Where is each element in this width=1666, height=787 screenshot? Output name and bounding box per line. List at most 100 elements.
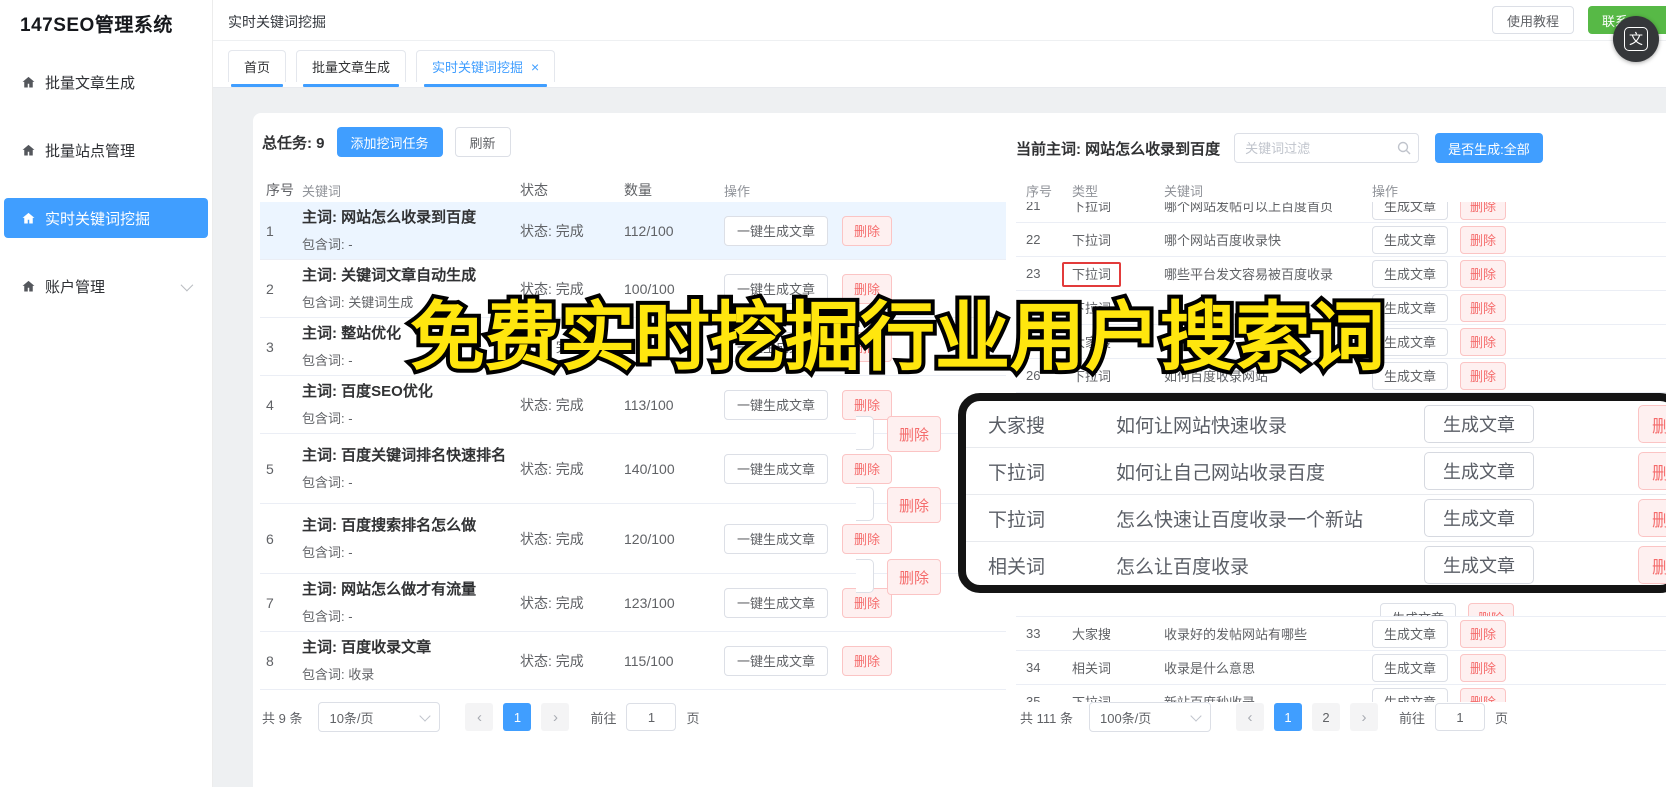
magnified-delete-button-fragment[interactable]: 删除 [887, 416, 941, 452]
generate-article-button[interactable]: 一键生成文章 [724, 523, 829, 554]
sidebar-item-3[interactable]: 实时关键词挖掘 [4, 198, 208, 238]
magnified-delete-button-fragment[interactable]: 删除 [887, 487, 941, 523]
magnified-keyword-row: 大家搜 如何让网站快速收录 生成文章 删除 [966, 401, 1666, 448]
generate-article-button[interactable]: 生成文章 [1372, 619, 1449, 648]
add-task-button[interactable]: 添加挖词任务 [336, 127, 443, 157]
prev-page-button[interactable]: ‹ [465, 703, 494, 731]
total-tasks-label: 总任务: 9 [262, 134, 325, 152]
magnified-row-fragment: 删除 [856, 416, 941, 452]
generate-article-button[interactable]: 生成文章 [1424, 452, 1534, 490]
task-index: 8 [266, 652, 274, 669]
delete-button[interactable]: 删除 [1460, 225, 1507, 254]
generate-article-button[interactable]: 一键生成文章 [724, 215, 829, 246]
tab-2[interactable]: 批量文章生成 [296, 50, 407, 82]
delete-button[interactable]: 删除 [1638, 499, 1666, 537]
sidebar-item-label: 批量站点管理 [45, 142, 136, 160]
page-number-2[interactable]: 2 [1311, 703, 1340, 731]
delete-button[interactable]: 删除 [1638, 452, 1666, 490]
generate-article-button[interactable]: 生成文章 [1372, 687, 1449, 702]
keyword-filter-input[interactable] [1234, 133, 1420, 163]
delete-button[interactable]: 删除 [842, 215, 893, 246]
page-number-1[interactable]: 1 [1273, 703, 1302, 731]
home-icon [21, 279, 36, 294]
generate-article-button[interactable]: 生成文章 [1424, 405, 1534, 443]
task-index: 7 [266, 594, 274, 611]
magnified-inset-box: 大家搜如何让网站快速收录生成文章删除下拉词如何让自己网站收录百度生成文章删除下拉… [958, 393, 1666, 593]
generate-article-button[interactable]: 一键生成文章 [724, 389, 829, 420]
help-button[interactable]: 使用教程 [1491, 6, 1574, 34]
generate-article-button[interactable]: 一键生成文章 [724, 453, 829, 484]
delete-button[interactable]: 删除 [1460, 327, 1507, 356]
column-header: 数量 [624, 182, 652, 198]
sidebar-item-2[interactable]: 批量站点管理 [4, 130, 208, 170]
generate-article-button[interactable]: 生成文章 [1372, 259, 1449, 288]
tab-3[interactable]: 实时关键词挖掘 × [416, 50, 556, 82]
generate-article-button[interactable]: 生成文章 [1380, 603, 1457, 616]
refresh-button[interactable]: 刷新 [454, 127, 511, 157]
tab-1[interactable]: 首页 [228, 50, 287, 82]
delete-button[interactable]: 删除 [1460, 293, 1507, 322]
generate-article-button[interactable]: 一键生成文章 [724, 645, 829, 676]
page-unit-label: 页 [686, 710, 700, 726]
keyword-index: 22 [1026, 232, 1041, 247]
task-count: 120/100 [624, 530, 675, 547]
delete-button[interactable]: 删除 [1460, 361, 1507, 390]
page-number-1[interactable]: 1 [503, 703, 532, 731]
task-actions: 一键生成文章 删除 [724, 645, 893, 676]
keyword-actions: 生成文章删除 [1372, 327, 1507, 356]
tab-wrap: 批量文章生成 [296, 50, 407, 87]
column-header: 操作 [724, 183, 751, 199]
delete-button[interactable]: 删除 [1460, 202, 1507, 220]
delete-button[interactable]: 删除 [1460, 259, 1507, 288]
delete-button[interactable]: 删除 [842, 389, 893, 420]
translate-icon: 文 [1624, 27, 1648, 51]
delete-button[interactable]: 删除 [1460, 653, 1507, 682]
keyword-type: 大家搜 [1072, 624, 1164, 643]
task-index: 6 [266, 530, 274, 547]
current-main-keyword: 当前主词: 网站怎么收录到百度 [1016, 140, 1221, 158]
delete-button[interactable]: 删除 [1638, 546, 1666, 584]
sidebar-item-1[interactable]: 批量文章生成 [4, 62, 208, 102]
goto-page-input[interactable] [626, 703, 677, 731]
delete-button[interactable]: 删除 [1638, 405, 1666, 443]
page-size-select[interactable]: 10条/页 [318, 702, 441, 732]
magnified-delete-button-fragment[interactable]: 删除 [887, 559, 941, 595]
close-icon[interactable]: × [531, 59, 539, 75]
keyword-type: 下拉词 [1072, 202, 1164, 215]
next-page-button[interactable]: › [1349, 703, 1378, 731]
column-header: 类型 [1072, 183, 1099, 199]
sidebar-item-4[interactable]: 账户管理 [4, 266, 208, 306]
delete-button[interactable]: 删除 [1468, 603, 1515, 616]
generate-article-button[interactable]: 生成文章 [1372, 653, 1449, 682]
next-page-button[interactable]: › [541, 703, 570, 731]
delete-button[interactable]: 删除 [1460, 619, 1507, 648]
generate-article-button[interactable]: 一键生成文章 [724, 587, 829, 618]
keyword-actions: 生成文章删除 [1372, 259, 1507, 288]
chevron-down-icon [1190, 709, 1202, 722]
keyword-filter [1234, 133, 1420, 163]
generate-article-button[interactable]: 生成文章 [1424, 499, 1534, 537]
screen: 147SEO管理系统 批量文章生成 批量站点管理 实时关键词挖掘 账户管理 实时关键词… [0, 0, 1666, 787]
keyword-actions: 生成文章删除 [1372, 619, 1507, 648]
column-header: 关键词 [1164, 183, 1204, 199]
delete-button[interactable]: 删除 [842, 453, 893, 484]
delete-button[interactable]: 删除 [842, 523, 893, 554]
widget-badge-icon[interactable]: 文 [1613, 16, 1659, 62]
page-size-select[interactable]: 100条/页 [1088, 702, 1211, 732]
tab-label: 首页 [244, 60, 271, 75]
generate-article-button[interactable]: 生成文章 [1372, 202, 1449, 220]
task-count: 140/100 [624, 460, 675, 477]
keyword-text: 如何让自己网站收录百度 [1116, 462, 1326, 484]
generate-all-button[interactable]: 是否生成:全部 [1435, 133, 1543, 163]
prev-page-button[interactable]: ‹ [1235, 703, 1264, 731]
sidebar-item-label: 批量文章生成 [45, 74, 136, 92]
task-keyword-cell: 主词: 百度收录文章 包含词: 收录 [302, 638, 520, 682]
goto-page-input[interactable] [1435, 703, 1485, 731]
page-unit-label: 页 [1495, 710, 1509, 726]
task-count: 115/100 [624, 652, 674, 669]
generate-article-button[interactable]: 生成文章 [1372, 225, 1449, 254]
delete-button[interactable]: 删除 [1460, 687, 1507, 702]
keyword-type-label: 下拉词 [1062, 262, 1122, 287]
generate-article-button[interactable]: 生成文章 [1424, 546, 1534, 584]
delete-button[interactable]: 删除 [842, 645, 893, 676]
